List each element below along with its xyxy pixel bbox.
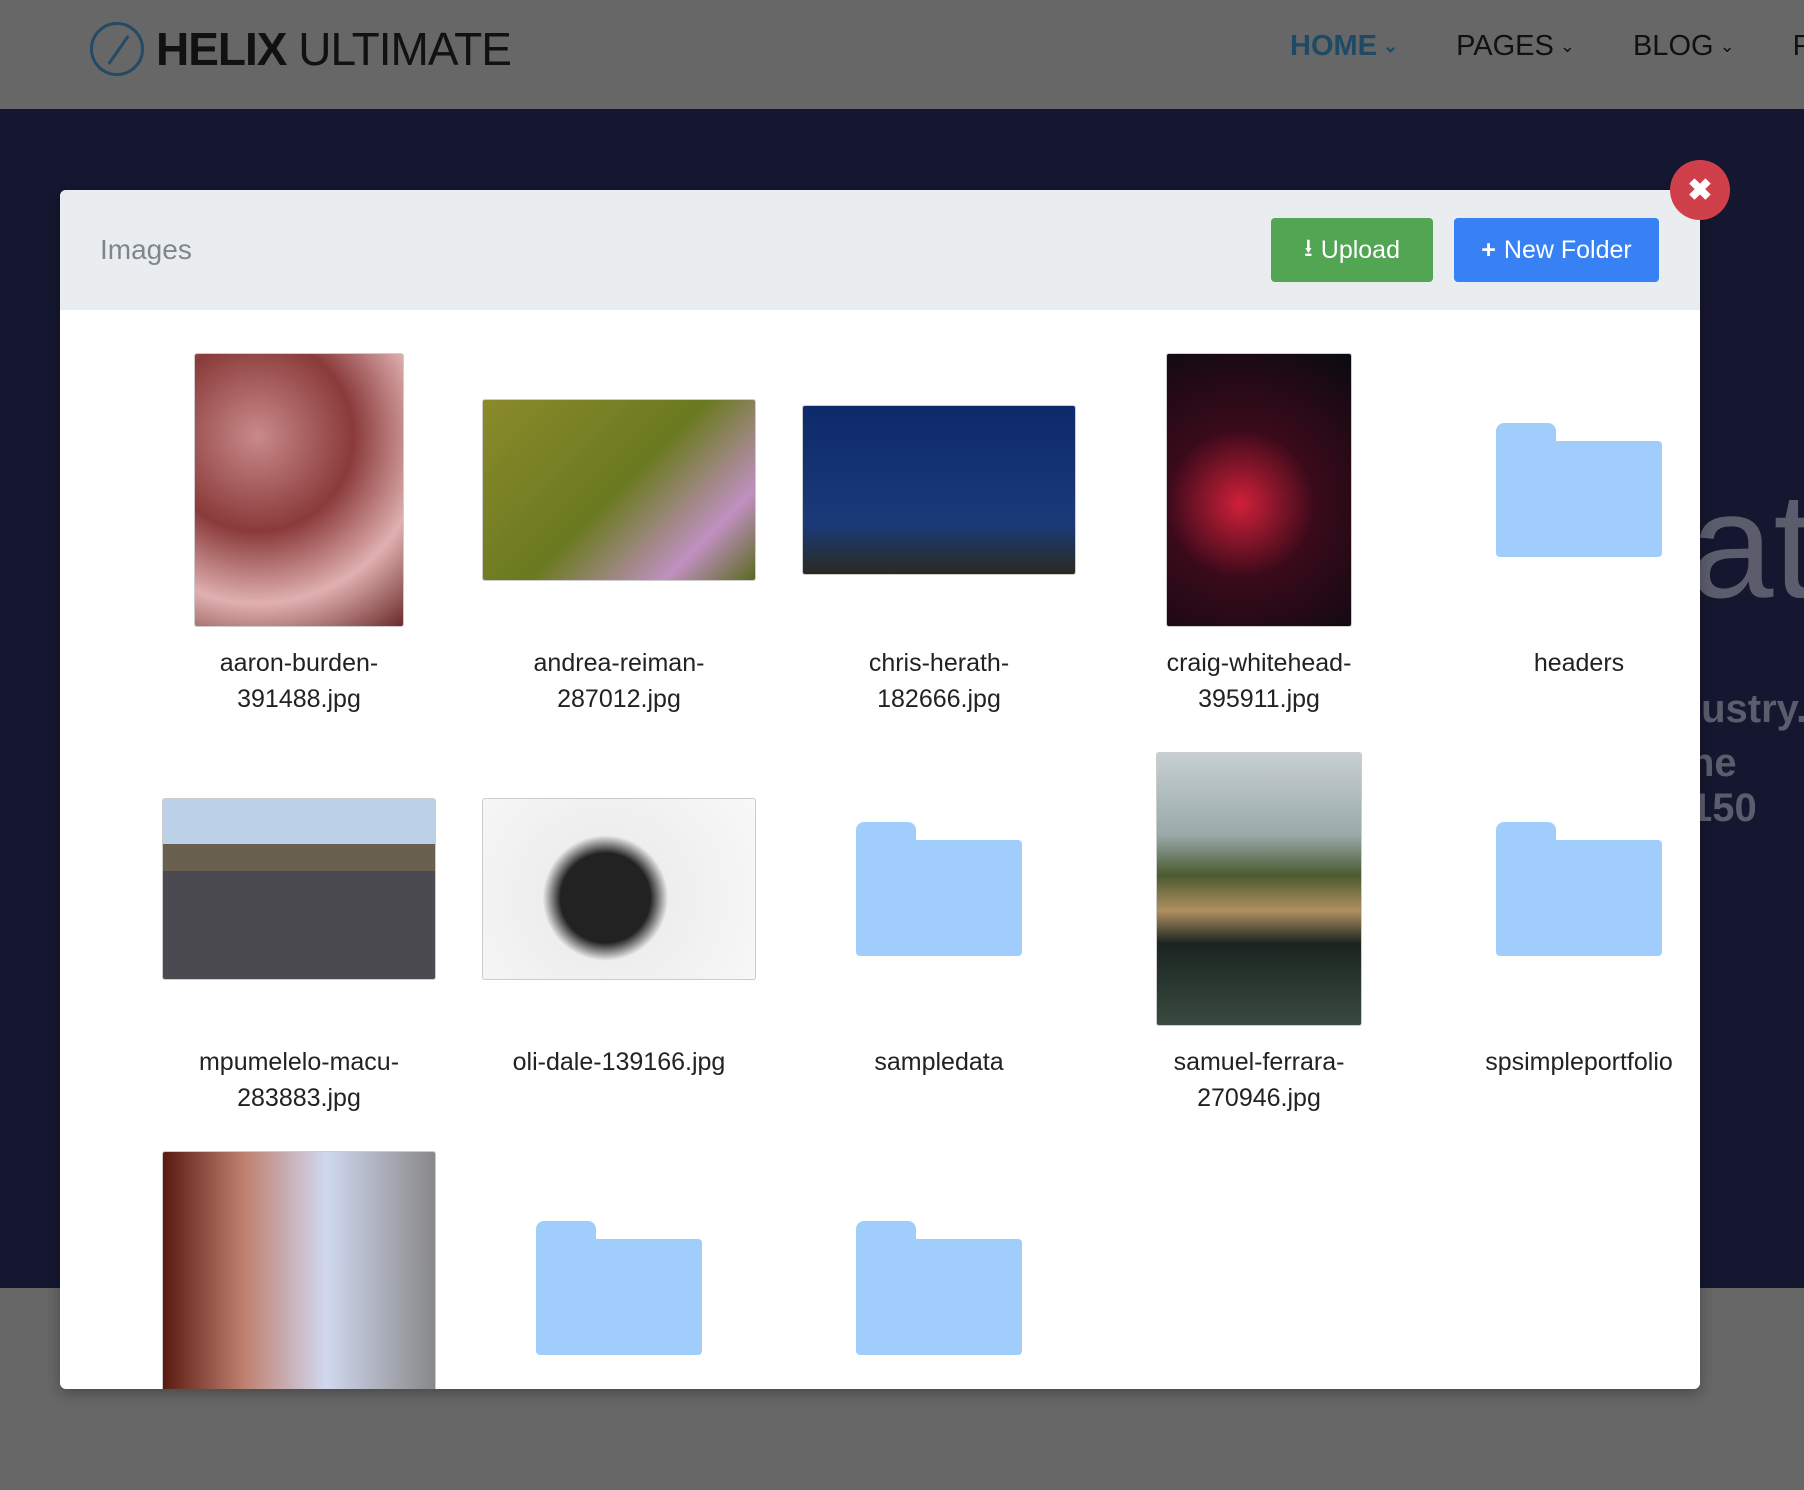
modal-title: Images: [100, 234, 192, 265]
thumbnail-box: [1099, 353, 1419, 627]
image-item[interactable]: craig-whitehead- 395911.jpg: [1099, 353, 1419, 717]
thumbnail-box: [1419, 752, 1700, 1026]
image-thumbnail: [482, 399, 756, 581]
folder-item[interactable]: sampledata: [779, 752, 1099, 1080]
nav-label: PO: [1792, 30, 1804, 62]
image-thumbnail: [194, 353, 404, 627]
item-name-line: headers: [1533, 649, 1625, 677]
upload-icon: ⭳: [1304, 233, 1313, 262]
chevron-down-icon: ⌄: [1559, 36, 1575, 56]
chevron-down-icon: ⌄: [1719, 36, 1735, 56]
item-name-line: chris-herath-: [868, 649, 1010, 677]
item-name-line: samuel-ferrara-: [1173, 1048, 1345, 1076]
thumbnail-box: [139, 752, 459, 1026]
image-thumbnail: [162, 1151, 436, 1389]
folder-icon: [1496, 822, 1662, 956]
thumbnail-box: [779, 353, 1099, 627]
nav-blog[interactable]: BLOG ⌄: [1633, 30, 1735, 63]
thumbnail-box: [459, 1151, 779, 1389]
close-modal-button[interactable]: ✖: [1670, 160, 1730, 220]
folder-item[interactable]: headers: [1419, 353, 1700, 681]
item-name: sampledata: [779, 1044, 1099, 1080]
hero-text-fragment: ne 150: [1690, 741, 1757, 830]
image-item[interactable]: [139, 1151, 459, 1389]
image-item[interactable]: aaron-burden- 391488.jpg: [139, 353, 459, 717]
item-name: craig-whitehead- 395911.jpg: [1099, 645, 1419, 717]
nav-label: PAGES: [1456, 30, 1554, 62]
modal-header: Images ⭳ Upload + New Folder: [60, 190, 1700, 310]
thumbnail-box: [459, 353, 779, 627]
item-name-line: 270946.jpg: [1197, 1084, 1321, 1112]
nav-label: HOME: [1290, 30, 1377, 62]
media-manager-modal: Images ⭳ Upload + New Folder aaron-burden-…: [60, 190, 1700, 1389]
image-item[interactable]: chris-herath- 182666.jpg: [779, 353, 1099, 717]
item-name-line: craig-whitehead-: [1166, 649, 1352, 677]
image-thumbnail: [802, 405, 1076, 575]
image-item[interactable]: mpumelelo-macu- 283883.jpg: [139, 752, 459, 1116]
item-name-line: sampledata: [874, 1048, 1004, 1076]
thumbnail-box: [779, 1151, 1099, 1389]
new-folder-button[interactable]: + New Folder: [1454, 218, 1659, 282]
site-logo[interactable]: HELIX ULTIMATE: [90, 22, 512, 76]
thumbnail-box: [139, 353, 459, 627]
image-item[interactable]: oli-dale-139166.jpg: [459, 752, 779, 1080]
item-name: andrea-reiman- 287012.jpg: [459, 645, 779, 717]
thumbnail-box: [1099, 752, 1419, 1026]
item-name: spsimpleportfolio: [1419, 1044, 1700, 1080]
folder-icon: [536, 1221, 702, 1355]
item-name-line: 283883.jpg: [237, 1084, 361, 1112]
upload-button[interactable]: ⭳ Upload: [1271, 218, 1433, 282]
image-thumbnail: [1166, 353, 1352, 627]
item-name-line: 391488.jpg: [237, 685, 361, 713]
times-icon: ✖: [1687, 173, 1713, 207]
image-thumbnail: [482, 798, 756, 980]
main-nav: HOME⌄ PAGES⌄ BLOG⌄ PO: [1290, 30, 1804, 63]
item-name: chris-herath- 182666.jpg: [779, 645, 1099, 717]
thumbnail-box: [139, 1151, 459, 1389]
item-name-line: spsimpleportfolio: [1485, 1048, 1673, 1076]
folder-icon: [1496, 423, 1662, 557]
image-item[interactable]: samuel-ferrara- 270946.jpg: [1099, 752, 1419, 1116]
nav-label: BLOG: [1632, 30, 1714, 62]
item-name-line: 287012.jpg: [557, 685, 681, 713]
folder-icon: [856, 1221, 1022, 1355]
item-name: samuel-ferrara- 270946.jpg: [1099, 1044, 1419, 1116]
logo-icon: [90, 22, 144, 76]
item-name-line: 182666.jpg: [877, 685, 1001, 713]
item-name-line: andrea-reiman-: [533, 649, 705, 677]
logo-text-bold: HELIX: [156, 23, 287, 75]
item-name: mpumelelo-macu- 283883.jpg: [139, 1044, 459, 1116]
hero-heading-fragment: at: [1690, 461, 1804, 629]
hero-text-fragment: lustry.: [1690, 687, 1804, 731]
image-item[interactable]: andrea-reiman- 287012.jpg: [459, 353, 779, 717]
logo-text-light: ULTIMATE: [298, 23, 512, 75]
item-name: oli-dale-139166.jpg: [459, 1044, 779, 1080]
item-name-line: oli-dale-139166.jpg: [512, 1048, 726, 1076]
folder-item[interactable]: [779, 1151, 1099, 1389]
nav-home[interactable]: HOME ⌄: [1290, 30, 1398, 63]
nav-more[interactable]: PO: [1793, 30, 1804, 63]
thumbnail-box: [459, 752, 779, 1026]
folder-item[interactable]: [459, 1151, 779, 1389]
site-header: HELIX ULTIMATE HOME⌄ PAGES⌄ BLOG⌄ PO: [0, 0, 1804, 109]
thumbnail-box: [779, 752, 1099, 1026]
image-thumbnail: [162, 798, 436, 980]
item-name: headers: [1419, 645, 1700, 681]
upload-label: Upload: [1320, 235, 1400, 264]
nav-pages[interactable]: PAGES ⌄: [1456, 30, 1575, 63]
chevron-down-icon: ⌄: [1383, 36, 1399, 56]
image-thumbnail: [1156, 752, 1362, 1026]
new-folder-label: New Folder: [1503, 235, 1632, 264]
folder-item[interactable]: spsimpleportfolio: [1419, 752, 1700, 1080]
item-name-line: mpumelelo-macu-: [198, 1048, 400, 1076]
item-name-line: aaron-burden-: [219, 649, 379, 677]
item-name: aaron-burden- 391488.jpg: [139, 645, 459, 717]
folder-icon: [856, 822, 1022, 956]
item-name-line: 395911.jpg: [1198, 685, 1320, 713]
thumbnail-box: [1419, 353, 1700, 627]
plus-icon: +: [1481, 235, 1496, 264]
